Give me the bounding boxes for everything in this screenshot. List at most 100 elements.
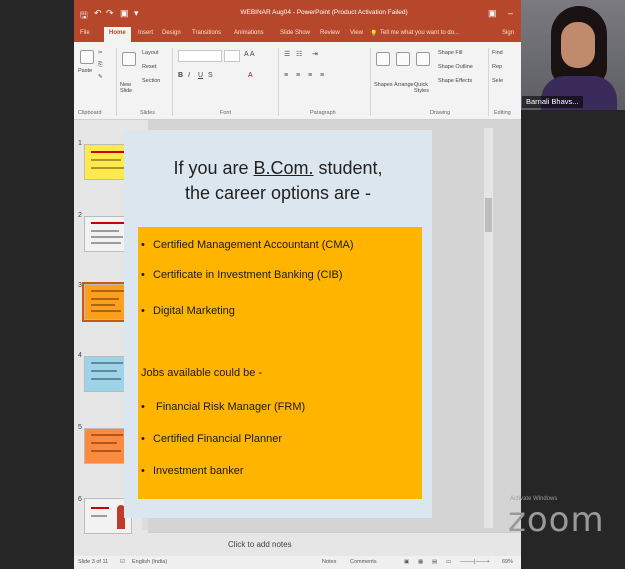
tab-review[interactable]: Review xyxy=(320,30,340,36)
copy-icon[interactable]: ⎘ xyxy=(98,62,102,69)
tab-insert[interactable]: Insert xyxy=(138,30,153,36)
indent-icon[interactable]: ⇥ xyxy=(312,50,318,58)
strikethrough-button[interactable]: S xyxy=(208,72,213,79)
ribbon-separator xyxy=(278,48,279,116)
thumbnail-number: 6 xyxy=(78,496,82,503)
bullet-text: Digital Marketing xyxy=(153,305,235,317)
quick-styles-icon[interactable] xyxy=(416,52,430,66)
ribbon-separator xyxy=(370,48,371,116)
minimize-icon[interactable]: – xyxy=(508,8,513,18)
bullet-dot: • xyxy=(141,239,145,251)
paragraph-group-label: Paragraph xyxy=(310,110,336,116)
spellcheck-icon[interactable]: ☑ xyxy=(120,559,125,565)
participant-face xyxy=(561,22,595,68)
reading-view-icon[interactable]: ▤ xyxy=(432,559,437,565)
font-color-button[interactable]: A xyxy=(248,72,253,79)
format-painter-icon[interactable]: ✎ xyxy=(98,74,103,80)
comments-button[interactable]: Comments xyxy=(350,559,377,565)
customize-toolbar-icon[interactable]: ▾ xyxy=(134,8,139,19)
thumbnail-number: 5 xyxy=(78,424,82,431)
ribbon-separator xyxy=(116,48,117,116)
align-left-icon[interactable]: ≡ xyxy=(284,72,288,79)
start-from-beginning-icon[interactable]: ▣ xyxy=(120,8,129,19)
bullet-dot: • xyxy=(141,305,145,317)
sign-in-link[interactable]: Sign xyxy=(502,30,514,36)
normal-view-icon[interactable]: ▣ xyxy=(404,559,409,565)
slides-group-label: Slides xyxy=(140,110,155,116)
cut-icon[interactable]: ✂ xyxy=(98,50,103,56)
tab-design[interactable]: Design xyxy=(162,30,181,36)
slide-scrollbar[interactable] xyxy=(484,128,493,528)
slide-sorter-icon[interactable]: ▦ xyxy=(418,559,423,565)
justify-icon[interactable]: ≡ xyxy=(320,72,324,79)
tab-transitions[interactable]: Transitions xyxy=(192,30,221,36)
slide-scrollbar-thumb[interactable] xyxy=(485,198,492,232)
font-size-dropdown[interactable] xyxy=(224,50,240,62)
tab-home[interactable]: Home xyxy=(104,27,131,42)
participant-name: Barnali Bhavs... xyxy=(522,96,583,108)
quick-styles-button[interactable]: Quick Styles xyxy=(414,82,434,94)
shape-outline-button[interactable]: Shape Outline xyxy=(438,64,473,70)
shapes-icon[interactable] xyxy=(376,52,390,66)
title-line-1: If you are B.Com. student, xyxy=(124,156,432,181)
slide-title[interactable]: If you are B.Com. student, the career op… xyxy=(124,156,432,206)
current-slide[interactable]: If you are B.Com. student, the career op… xyxy=(124,130,432,518)
powerpoint-window: 🖫 ↶ ↷ ▣ ▾ WEBINAR Aug04 - PowerPoint (Pr… xyxy=(74,0,521,569)
slideshow-icon[interactable]: ▭ xyxy=(446,559,451,565)
new-slide-button[interactable]: New Slide xyxy=(120,82,142,94)
save-icon[interactable]: 🖫 xyxy=(80,8,88,24)
tab-file[interactable]: File xyxy=(80,30,90,36)
section-button[interactable]: Section xyxy=(142,78,160,84)
window-title: WEBINAR Aug04 - PowerPoint (Product Acti… xyxy=(240,9,408,16)
thumbnail-number: 1 xyxy=(78,140,82,147)
font-group-label: Font xyxy=(220,110,232,116)
underline-button[interactable]: U xyxy=(198,72,203,79)
arrange-icon[interactable] xyxy=(396,52,410,66)
tab-animations[interactable]: Animations xyxy=(234,30,264,36)
redo-icon[interactable]: ↷ xyxy=(106,8,114,19)
undo-icon[interactable]: ↶ xyxy=(94,8,102,19)
replace-button[interactable]: Rep xyxy=(492,64,502,70)
shapes-button[interactable]: Shapes xyxy=(374,82,393,88)
layout-button[interactable]: Layout xyxy=(142,50,159,56)
notes-pane[interactable]: Click to add notes xyxy=(148,532,521,556)
arrange-button[interactable]: Arrange xyxy=(394,82,414,88)
participant-video: Barnali Bhavs... xyxy=(521,0,625,110)
bullet-text: Certified Management Accountant (CMA) xyxy=(153,239,354,251)
drawing-group-label: Drawing xyxy=(430,110,451,116)
title-bar: 🖫 ↶ ↷ ▣ ▾ WEBINAR Aug04 - PowerPoint (Pr… xyxy=(74,0,521,26)
title-suffix: student, xyxy=(313,158,383,178)
font-name-dropdown[interactable] xyxy=(178,50,222,62)
align-right-icon[interactable]: ≡ xyxy=(308,72,312,79)
select-button[interactable]: Sele xyxy=(492,78,503,84)
paste-button[interactable]: Paste xyxy=(78,68,92,74)
thumbnail-number: 2 xyxy=(78,212,82,219)
new-slide-icon[interactable] xyxy=(122,52,136,66)
bullets-icon[interactable]: ☰ xyxy=(284,50,290,58)
shape-fill-button[interactable]: Shape Fill xyxy=(438,50,462,56)
notes-button[interactable]: Notes xyxy=(322,559,336,565)
italic-button[interactable]: I xyxy=(188,72,190,79)
numbering-icon[interactable]: ☷ xyxy=(296,50,302,58)
zoom-level[interactable]: 69% xyxy=(502,559,513,565)
ribbon-separator xyxy=(172,48,173,116)
shape-effects-button[interactable]: Shape Effects xyxy=(438,78,472,84)
find-button[interactable]: Find xyxy=(492,50,503,56)
screen: 🖫 ↶ ↷ ▣ ▾ WEBINAR Aug04 - PowerPoint (Pr… xyxy=(0,0,625,569)
notes-placeholder: Click to add notes xyxy=(228,540,292,549)
job-text: Financial Risk Manager (FRM) xyxy=(156,401,306,413)
tab-slide-show[interactable]: Slide Show xyxy=(280,30,310,36)
ribbon: Paste ✂ ⎘ ✎ Clipboard New Slide Layout R… xyxy=(74,42,521,120)
bold-button[interactable]: B xyxy=(178,72,183,79)
tab-view[interactable]: View xyxy=(350,30,363,36)
paste-icon[interactable] xyxy=(80,50,94,64)
zoom-slider[interactable]: –——|——+ xyxy=(460,559,490,565)
font-size-buttons[interactable]: A A xyxy=(244,51,255,58)
reset-button[interactable]: Reset xyxy=(142,64,156,70)
content-box[interactable]: • Certified Management Accountant (CMA) … xyxy=(138,227,422,499)
tell-me-box[interactable]: Tell me what you want to do... xyxy=(380,30,459,36)
ribbon-display-icon[interactable]: ▣ xyxy=(488,8,497,19)
language-indicator[interactable]: English (India) xyxy=(132,559,167,565)
align-center-icon[interactable]: ≡ xyxy=(296,72,300,79)
thumbnail-number: 4 xyxy=(78,352,82,359)
